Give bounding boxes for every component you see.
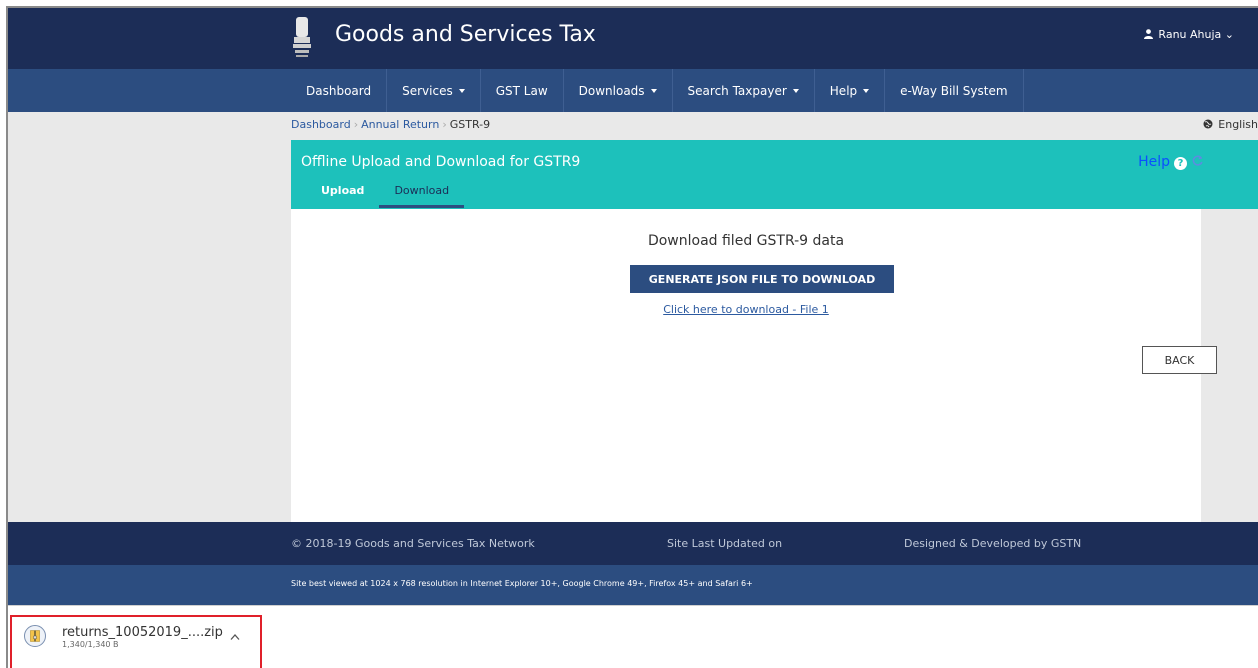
- footer-copyright: © 2018-19 Goods and Services Tax Network: [291, 537, 535, 550]
- language-label: English: [1218, 118, 1258, 131]
- nav-item-dashboard[interactable]: Dashboard: [291, 69, 388, 112]
- caret-down-icon: [792, 88, 799, 93]
- tab-upload[interactable]: Upload: [306, 180, 379, 208]
- footer-bottom: Site best viewed at 1024 x 768 resolutio…: [8, 565, 1258, 605]
- footer-developer: Designed & Developed by GSTN: [904, 537, 1082, 550]
- nav-item-services[interactable]: Services: [387, 69, 481, 112]
- breadcrumb-separator: ›: [442, 118, 447, 131]
- nav-menu: Dashboard Services GST Law Downloads Sea…: [291, 69, 1024, 112]
- download-file-link: Click here to download - File 1: [291, 303, 1201, 316]
- tab-download[interactable]: Download: [379, 180, 465, 208]
- browser-viewport: Goods and Services Tax Ranu Ahuja ⌄ Dash…: [6, 6, 1258, 668]
- nav-item-help[interactable]: Help: [815, 69, 886, 112]
- breadcrumb: Dashboard › Annual Return › GSTR-9: [291, 118, 490, 131]
- back-button[interactable]: BACK: [1142, 346, 1217, 374]
- nav-item-label: GST Law: [495, 83, 548, 98]
- browser-download-bar: returns_10052019_....zip 1,340/1,340 B: [8, 605, 1258, 668]
- caret-down-icon: [458, 88, 465, 93]
- nav-item-label: Help: [829, 83, 858, 98]
- highlight-box: [10, 615, 262, 668]
- breadcrumb-annual-return[interactable]: Annual Return: [361, 118, 439, 131]
- panel-tabs: Upload Download: [306, 180, 465, 208]
- download-file-size: 1,340/1,340 B: [62, 640, 119, 649]
- site-title: Goods and Services Tax: [335, 22, 596, 47]
- question-icon: ?: [1174, 157, 1187, 170]
- nav-item-label: Search Taxpayer: [687, 83, 787, 98]
- nav-item-label: Dashboard: [306, 83, 372, 98]
- globe-icon: [1203, 119, 1213, 129]
- nav-item-search-taxpayer[interactable]: Search Taxpayer: [673, 69, 815, 112]
- user-menu[interactable]: Ranu Ahuja ⌄: [1143, 28, 1234, 41]
- download-file-link-text[interactable]: Click here to download - File 1: [663, 303, 829, 316]
- nav-item-label: Services: [402, 83, 453, 98]
- download-file-name[interactable]: returns_10052019_....zip: [62, 625, 223, 640]
- nav-item-gst-law[interactable]: GST Law: [481, 69, 564, 112]
- chevron-down-icon: ⌄: [1224, 28, 1234, 41]
- generate-json-button[interactable]: GENERATE JSON FILE TO DOWNLOAD: [630, 265, 894, 293]
- panel-body: Download filed GSTR-9 data GENERATE JSON…: [291, 209, 1217, 528]
- nav-item-eway-bill[interactable]: e-Way Bill System: [885, 69, 1024, 112]
- nav-item-downloads[interactable]: Downloads: [564, 69, 673, 112]
- breadcrumb-dashboard[interactable]: Dashboard: [291, 118, 351, 131]
- breadcrumb-current: GSTR-9: [449, 118, 491, 131]
- footer-last-updated: Site Last Updated on: [667, 537, 783, 550]
- nav-item-label: e-Way Bill System: [900, 83, 1008, 98]
- nav-item-label: Downloads: [578, 83, 645, 98]
- panel-header: Offline Upload and Download for GSTR9 He…: [291, 140, 1258, 209]
- refresh-icon[interactable]: [1191, 154, 1204, 167]
- download-heading: Download filed GSTR-9 data: [647, 233, 845, 249]
- user-icon: [1143, 29, 1153, 39]
- help-link[interactable]: Help?: [1138, 154, 1204, 170]
- caret-down-icon: [863, 88, 870, 93]
- footer-top: © 2018-19 Goods and Services Tax Network…: [8, 522, 1258, 565]
- language-selector[interactable]: English: [1203, 118, 1258, 131]
- caret-down-icon: [650, 88, 657, 93]
- zip-file-icon: [24, 625, 46, 647]
- help-label: Help: [1138, 154, 1170, 170]
- user-name: Ranu Ahuja: [1158, 28, 1222, 41]
- chevron-up-icon[interactable]: [230, 633, 240, 641]
- site-header: Goods and Services Tax Ranu Ahuja ⌄: [8, 8, 1258, 69]
- footer-best-viewed: Site best viewed at 1024 x 768 resolutio…: [291, 579, 753, 588]
- national-emblem-logo: [293, 17, 311, 57]
- breadcrumb-separator: ›: [353, 118, 359, 131]
- main-navigation: Dashboard Services GST Law Downloads Sea…: [8, 69, 1258, 112]
- panel-title: Offline Upload and Download for GSTR9: [301, 154, 581, 170]
